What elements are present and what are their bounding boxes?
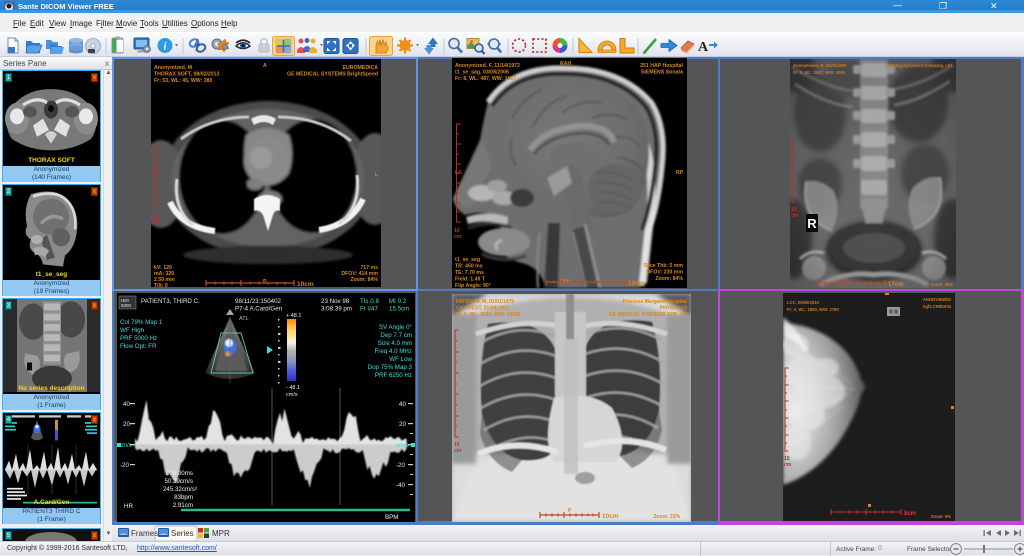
svg-text:Slice Thk: 5 mm: Slice Thk: 5 mm xyxy=(644,263,684,269)
svg-text:Flip Angle: 90°: Flip Angle: 90° xyxy=(455,283,491,288)
svg-text:Freq 4.0 MHz: Freq 4.0 MHz xyxy=(375,348,412,355)
svg-text:SIEMENS Sonata: SIEMENS Sonata xyxy=(641,70,683,76)
svg-text:TE: 7.70 ms: TE: 7.70 ms xyxy=(455,270,484,276)
svg-text:Col 79% Map 1: Col 79% Map 1 xyxy=(120,319,163,326)
svg-text:Zoom: 21%: Zoom: 21% xyxy=(653,514,680,520)
svg-text:Princess Margaret Hospital: Princess Margaret Hospital xyxy=(623,299,688,305)
svg-text:40: 40 xyxy=(123,401,130,408)
svg-text:cm: cm xyxy=(454,448,462,454)
svg-text:Zoom: 84%: Zoom: 84% xyxy=(655,276,683,282)
svg-text:Anonymized, M: Anonymized, M xyxy=(154,65,192,71)
svg-text:5000: 5000 xyxy=(121,303,132,308)
svg-text:Fr: 0, WL: 8191, WW: 16383: Fr: 0, WL: 8191, WW: 16383 xyxy=(456,312,521,318)
svg-text:cm: cm xyxy=(153,219,161,225)
svg-text:40: 40 xyxy=(399,401,406,408)
svg-text:RP: RP xyxy=(676,170,684,176)
svg-text:PATIENT4, M, 01/01/1970: PATIENT4, M, 01/01/1970 xyxy=(456,299,514,305)
svg-text:50.29cm/s: 50.29cm/s xyxy=(164,478,193,485)
svg-text:Fr: 53, WL: 45, WW: 380: Fr: 53, WL: 45, WW: 380 xyxy=(154,78,213,84)
svg-text:Zoom: 84%: Zoom: 84% xyxy=(350,277,378,283)
svg-text:BPM: BPM xyxy=(385,514,398,521)
svg-text:MPR: MPR xyxy=(212,529,230,538)
svg-text:GE MEDICAL SYSTEMS ADS_1.0: GE MEDICAL SYSTEMS ADS_1.0 xyxy=(609,312,687,318)
svg-text:245.32cm/s²: 245.32cm/s² xyxy=(163,486,197,493)
svg-text:205.00ms: 205.00ms xyxy=(166,470,193,477)
svg-text:TIs 0.8: TIs 0.8 xyxy=(360,298,379,305)
svg-text:cm: cm xyxy=(454,234,462,240)
svg-text:P7-4 A.Card/Gen: P7-4 A.Card/Gen xyxy=(235,306,283,313)
svg-text:8cm: 8cm xyxy=(904,511,916,517)
svg-text:2.91cm: 2.91cm xyxy=(173,502,193,509)
svg-text:-20: -20 xyxy=(396,462,406,469)
svg-text:A: A xyxy=(263,63,267,69)
svg-text:R: R xyxy=(807,216,817,231)
svg-text:SV Angle 0°: SV Angle 0° xyxy=(379,324,413,331)
svg-text:THORAX SOFT, 08/02/2013: THORAX SOFT, 08/02/2013 xyxy=(154,72,220,78)
svg-text:CH CHEST, 01/09/2001: CH CHEST, 01/09/2001 xyxy=(456,306,509,312)
svg-text:3:08:39 pm: 3:08:39 pm xyxy=(321,306,352,313)
svg-text:t1_se_sag, 03/08/2006: t1_se_sag, 03/08/2006 xyxy=(455,70,509,76)
svg-text:A: A xyxy=(698,40,709,55)
svg-text:ANONYMIZED: ANONYMIZED xyxy=(923,297,951,302)
svg-text:Zoom: 36%: Zoom: 36% xyxy=(931,282,954,287)
svg-text:Size 4.0 mm: Size 4.0 mm xyxy=(378,340,412,347)
svg-text:10cm: 10cm xyxy=(297,281,314,287)
svg-text:LCC, 05/05/2010: LCC, 05/05/2010 xyxy=(787,300,820,305)
svg-text:Fr #47: Fr #47 xyxy=(360,306,378,313)
svg-text:WF Low: WF Low xyxy=(389,356,412,363)
svg-text:PRF 5000 Hz: PRF 5000 Hz xyxy=(120,335,157,342)
svg-text:20: 20 xyxy=(123,421,130,428)
svg-text:15.5cm: 15.5cm xyxy=(389,306,409,313)
svg-text:Fr: 8, WL: 487, WW: 1017: Fr: 8, WL: 487, WW: 1017 xyxy=(455,76,516,82)
svg-text:cm: cm xyxy=(791,213,799,219)
svg-text:10cm: 10cm xyxy=(628,280,645,287)
svg-text:cm/s: cm/s xyxy=(396,443,409,449)
svg-text:cm: cm xyxy=(784,462,792,468)
svg-text:Zoom: 9%: Zoom: 9% xyxy=(931,514,951,519)
svg-text:DFOV: 230 mm: DFOV: 230 mm xyxy=(646,270,683,276)
svg-text:251 HAP Hospital: 251 HAP Hospital xyxy=(640,63,683,69)
svg-text:Dep 7.7 cm: Dep 7.7 cm xyxy=(380,332,412,339)
svg-text:-20: -20 xyxy=(120,462,130,469)
svg-text:Anonymized, R, 01/01/1900: Anonymized, R, 01/01/1900 xyxy=(793,63,847,68)
svg-text:17cm: 17cm xyxy=(888,282,903,288)
svg-text:Frames: Frames xyxy=(131,529,158,538)
svg-text:Series: Series xyxy=(171,529,194,538)
svg-text:-40: -40 xyxy=(396,482,406,489)
svg-text:10cm: 10cm xyxy=(602,513,619,520)
svg-text:20: 20 xyxy=(399,421,406,428)
svg-text:98/11/23:150402: 98/11/23:150402 xyxy=(235,298,282,305)
svg-text:PATIENT3, THIRD C.: PATIENT3, THIRD C. xyxy=(141,298,200,305)
svg-text:+ 48.1: + 48.1 xyxy=(286,313,301,319)
svg-text:23 Nov 98: 23 Nov 98 xyxy=(321,298,350,305)
svg-text:HR: HR xyxy=(124,503,133,510)
svg-text:GE MEDICAL SYSTEMS BrightSpeed: GE MEDICAL SYSTEMS BrightSpeed xyxy=(287,72,378,78)
svg-text:Dop 75% Map 3: Dop 75% Map 3 xyxy=(368,364,413,371)
svg-text:WF High: WF High xyxy=(120,327,145,334)
svg-text:t1_se_seg: t1_se_seg xyxy=(455,257,480,263)
svg-text:- 48.1: - 48.1 xyxy=(286,385,300,391)
svg-text:EUROMEDICA: EUROMEDICA xyxy=(343,65,379,71)
svg-text:P: P xyxy=(263,279,267,285)
svg-text:Tilt: 0: Tilt: 0 xyxy=(154,283,168,287)
svg-text:PHYSICIAN: PHYSICIAN xyxy=(660,306,688,312)
svg-text:Imaging Dynamics Company, Ltd.: Imaging Dynamics Company, Ltd. xyxy=(886,63,953,68)
svg-text:Field: 1.49 T: Field: 1.49 T xyxy=(455,277,486,283)
svg-text:83bpm: 83bpm xyxy=(174,494,193,501)
svg-text:Fr: 0, WL: 2047, WW: 4095: Fr: 0, WL: 2047, WW: 4095 xyxy=(793,70,845,75)
svg-text:ATL: ATL xyxy=(239,316,249,322)
svg-text:RAH: RAH xyxy=(560,61,571,67)
svg-text:PRF 6250 Hz: PRF 6250 Hz xyxy=(375,372,412,379)
svg-text:Anonymized, F, 11/14/1972: Anonymized, F, 11/14/1972 xyxy=(455,63,520,69)
svg-text:TR: 450 ms: TR: 450 ms xyxy=(455,264,483,270)
svg-text:Fr: 0, WL: 1800, WW: 2780: Fr: 0, WL: 1800, WW: 2780 xyxy=(787,307,839,312)
svg-text:Flow Opt: FR: Flow Opt: FR xyxy=(120,343,157,350)
svg-text:Agfa CR85X04: Agfa CR85X04 xyxy=(922,304,951,309)
svg-text:cm/s: cm/s xyxy=(286,392,298,398)
svg-text:MI 0.2: MI 0.2 xyxy=(389,298,407,305)
